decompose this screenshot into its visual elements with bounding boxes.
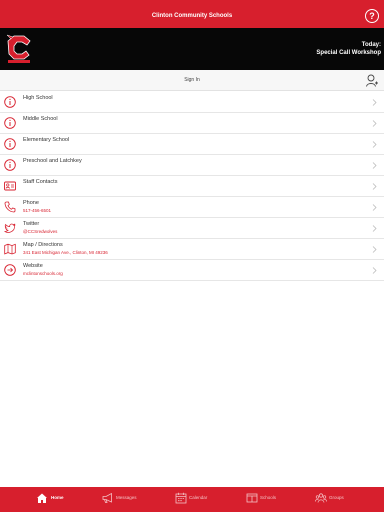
chevron-right-icon [372,204,377,211]
map-icon [4,243,16,255]
home-icon [37,493,47,503]
list-item-middle-school[interactable]: Middle School [0,113,384,134]
tab-label: Calendar [189,495,208,500]
chevron-right-icon [372,267,377,274]
info-icon [4,96,16,108]
list-item-subtitle: @CCSredwolves [23,229,58,234]
tab-calendar[interactable]: Calendar [175,487,217,512]
help-icon[interactable]: ? [365,9,379,23]
chevron-right-icon [372,141,377,148]
list-item-title: Website [23,263,43,269]
list-item-title: Preschool and Latchkey [23,158,82,164]
user-icon[interactable] [366,74,378,87]
chevron-right-icon [372,120,377,127]
calendar-icon [175,492,187,504]
tab-schools[interactable]: Schools [246,487,286,512]
website-icon [4,264,16,276]
school-icon [246,493,258,503]
list-item-subtitle: mclintonschools.org [23,271,63,276]
contact-card-icon [4,181,16,191]
list-item-title: Map / Directions [23,242,63,248]
tab-groups[interactable]: Groups [315,487,355,512]
today-label: Today: [361,42,381,48]
app-title: Clinton Community Schools [151,13,233,19]
list-item-staff-contacts[interactable]: Staff Contacts [0,176,384,197]
list-item-title: Phone [23,200,39,206]
list-item-high-school[interactable]: High School [0,92,384,113]
list-item-preschool[interactable]: Preschool and Latchkey [0,155,384,176]
info-icon [4,159,16,171]
sign-in-row[interactable]: Sign In [0,70,384,91]
chevron-right-icon [372,246,377,253]
list-item-elementary-school[interactable]: Elementary School [0,134,384,155]
bottom-tab-bar: Home Messages Calendar Schools Groups [0,487,384,512]
sign-in-label: Sign In [184,77,200,83]
list-item-title: Twitter [23,221,40,227]
tab-messages[interactable]: Messages [102,487,147,512]
chevron-right-icon [372,162,377,169]
list-item-map-directions[interactable]: Map / Directions 341 East Michigan Ave.,… [0,239,384,260]
list-item-twitter[interactable]: Twitter @CCSredwolves [0,218,384,239]
list-item-title: Elementary School [23,137,70,143]
list-item-subtitle: 341 East Michigan Ave., Clinton, MI 4923… [23,250,108,255]
menu-list: High School Middle School Elementary Sch… [0,92,384,281]
chevron-right-icon [372,183,377,190]
today-event-title: Special Call Workshop [316,50,381,56]
info-icon [4,117,16,129]
today-event[interactable]: Today: Special Call Workshop [316,41,381,57]
megaphone-icon [102,492,112,503]
tab-label: Schools [260,495,277,500]
chevron-right-icon [372,99,377,106]
title-bar: Clinton Community Schools ? [0,0,384,28]
list-item-phone[interactable]: Phone 517-456-6501 [0,197,384,218]
phone-icon [4,201,16,213]
tab-home[interactable]: Home [36,487,76,512]
info-icon [4,138,16,150]
chevron-right-icon [372,225,377,232]
list-item-title: Staff Contacts [23,179,58,185]
groups-icon [315,493,327,503]
tab-label: Messages [116,495,137,500]
list-item-website[interactable]: Website mclintonschools.org [0,260,384,281]
tab-label: Home [51,495,64,500]
list-item-title: High School [23,95,53,101]
tab-label: Groups [329,495,344,500]
list-item-title: Middle School [23,116,58,122]
redwolves-logo [6,34,31,63]
twitter-icon [4,223,16,233]
list-item-subtitle: 517-456-6501 [23,208,52,213]
